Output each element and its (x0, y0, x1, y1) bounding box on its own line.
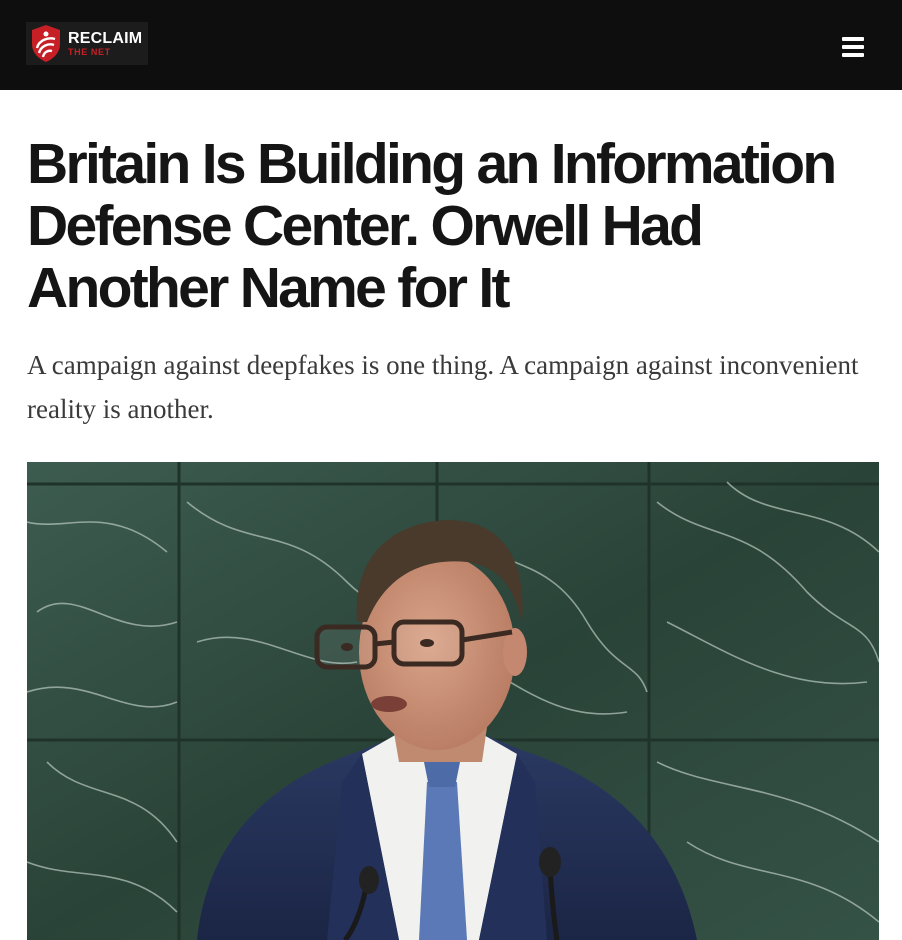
logo-name: RECLAIM (68, 29, 143, 47)
speaker-photo-illustration (27, 462, 879, 940)
site-header: RECLAIM THE NET (0, 0, 902, 90)
article-headline: Britain Is Building an Information Defen… (27, 132, 837, 320)
hamburger-menu-icon[interactable] (842, 37, 864, 57)
site-logo[interactable]: RECLAIM THE NET (26, 22, 148, 65)
reclaim-logo-icon (32, 25, 60, 62)
article-subheadline: A campaign against deepfakes is one thin… (27, 350, 859, 424)
logo-tagline: THE NET (68, 46, 111, 57)
hero-image (27, 462, 879, 940)
